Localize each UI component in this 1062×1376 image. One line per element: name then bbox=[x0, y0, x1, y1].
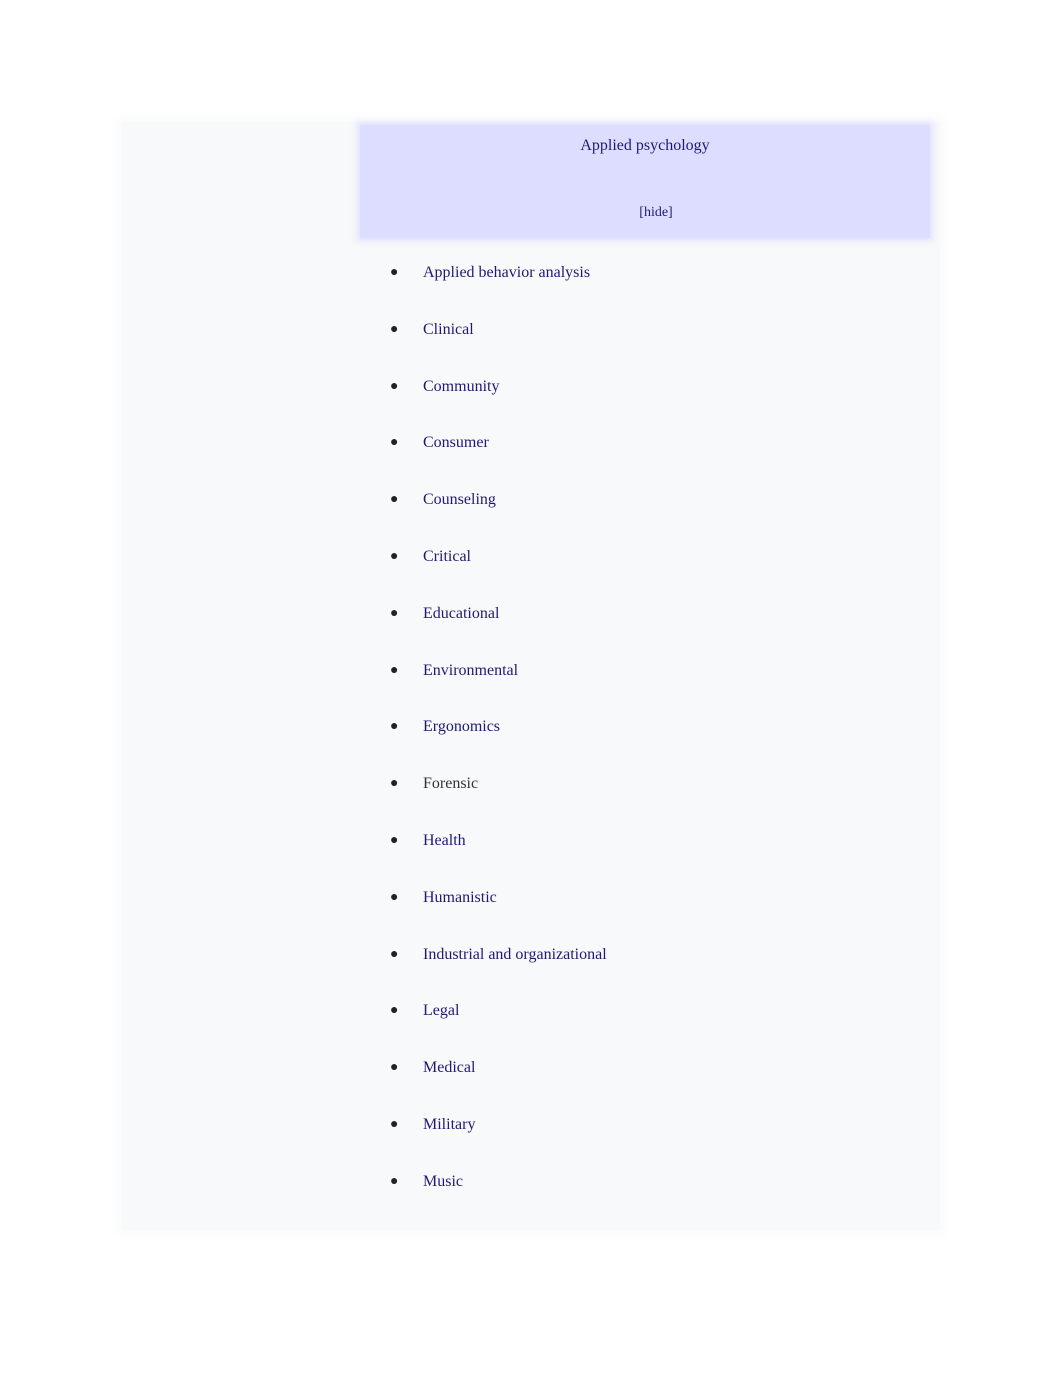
navbox-title: Applied psychology bbox=[580, 137, 710, 154]
bullet-icon: ● bbox=[390, 776, 399, 792]
navbox-item-link[interactable]: Industrial and organizational bbox=[423, 944, 607, 966]
navbox-item-text: Forensic bbox=[423, 775, 479, 793]
bullet-icon: ● bbox=[390, 1060, 399, 1076]
navbox-item-link[interactable]: Clinical bbox=[423, 319, 474, 341]
navbox-item-link[interactable]: Ergonomics bbox=[423, 716, 500, 738]
bullet-icon: ● bbox=[390, 265, 399, 280]
navbox-item-link[interactable]: Humanistic bbox=[423, 887, 497, 909]
bullet-icon: ● bbox=[390, 719, 399, 735]
navbox-item-link[interactable]: Educational bbox=[423, 603, 499, 625]
navbox-title-cell: Applied psychology [hide] bbox=[360, 125, 930, 238]
bullet-icon: ● bbox=[390, 1173, 399, 1189]
navbox-item-link[interactable]: Legal bbox=[423, 1000, 459, 1022]
bullet-icon: ● bbox=[390, 378, 399, 394]
navbox: Applied psychology [hide] ● Applied behav… bbox=[122, 122, 940, 1230]
bullet-icon: ● bbox=[390, 1003, 399, 1019]
navbox-item-link[interactable]: Medical bbox=[423, 1057, 475, 1079]
navbox-item-link[interactable]: Military bbox=[423, 1114, 475, 1136]
bullet-icon: ● bbox=[390, 492, 399, 508]
bullet-icon: ● bbox=[390, 435, 399, 451]
navbox-item-link[interactable]: Music bbox=[423, 1171, 463, 1193]
bullet-icon: ● bbox=[390, 1116, 399, 1132]
navbox-item-link[interactable]: Critical bbox=[423, 546, 471, 568]
bullet-icon: ● bbox=[390, 946, 399, 962]
navbox-item-link[interactable]: Community bbox=[423, 376, 499, 398]
bullet-icon: ● bbox=[390, 605, 399, 621]
bullet-icon: ● bbox=[390, 321, 399, 337]
bullet-icon: ● bbox=[390, 889, 399, 905]
bullet-icon: ● bbox=[390, 662, 399, 678]
navbox-item-link[interactable]: Counseling bbox=[423, 489, 496, 511]
navbox-group-column bbox=[122, 122, 358, 1230]
navbox-item-link[interactable]: Health bbox=[423, 830, 466, 852]
navbox-item-link[interactable]: Consumer bbox=[423, 432, 489, 454]
bullet-icon: ● bbox=[390, 832, 399, 848]
hide-toggle-link[interactable]: [hide] bbox=[360, 205, 952, 221]
bullet-icon: ● bbox=[390, 548, 399, 564]
navbox-item-link[interactable]: Applied behavior analysis bbox=[423, 262, 590, 284]
navbox-item-link[interactable]: Environmental bbox=[423, 660, 518, 682]
